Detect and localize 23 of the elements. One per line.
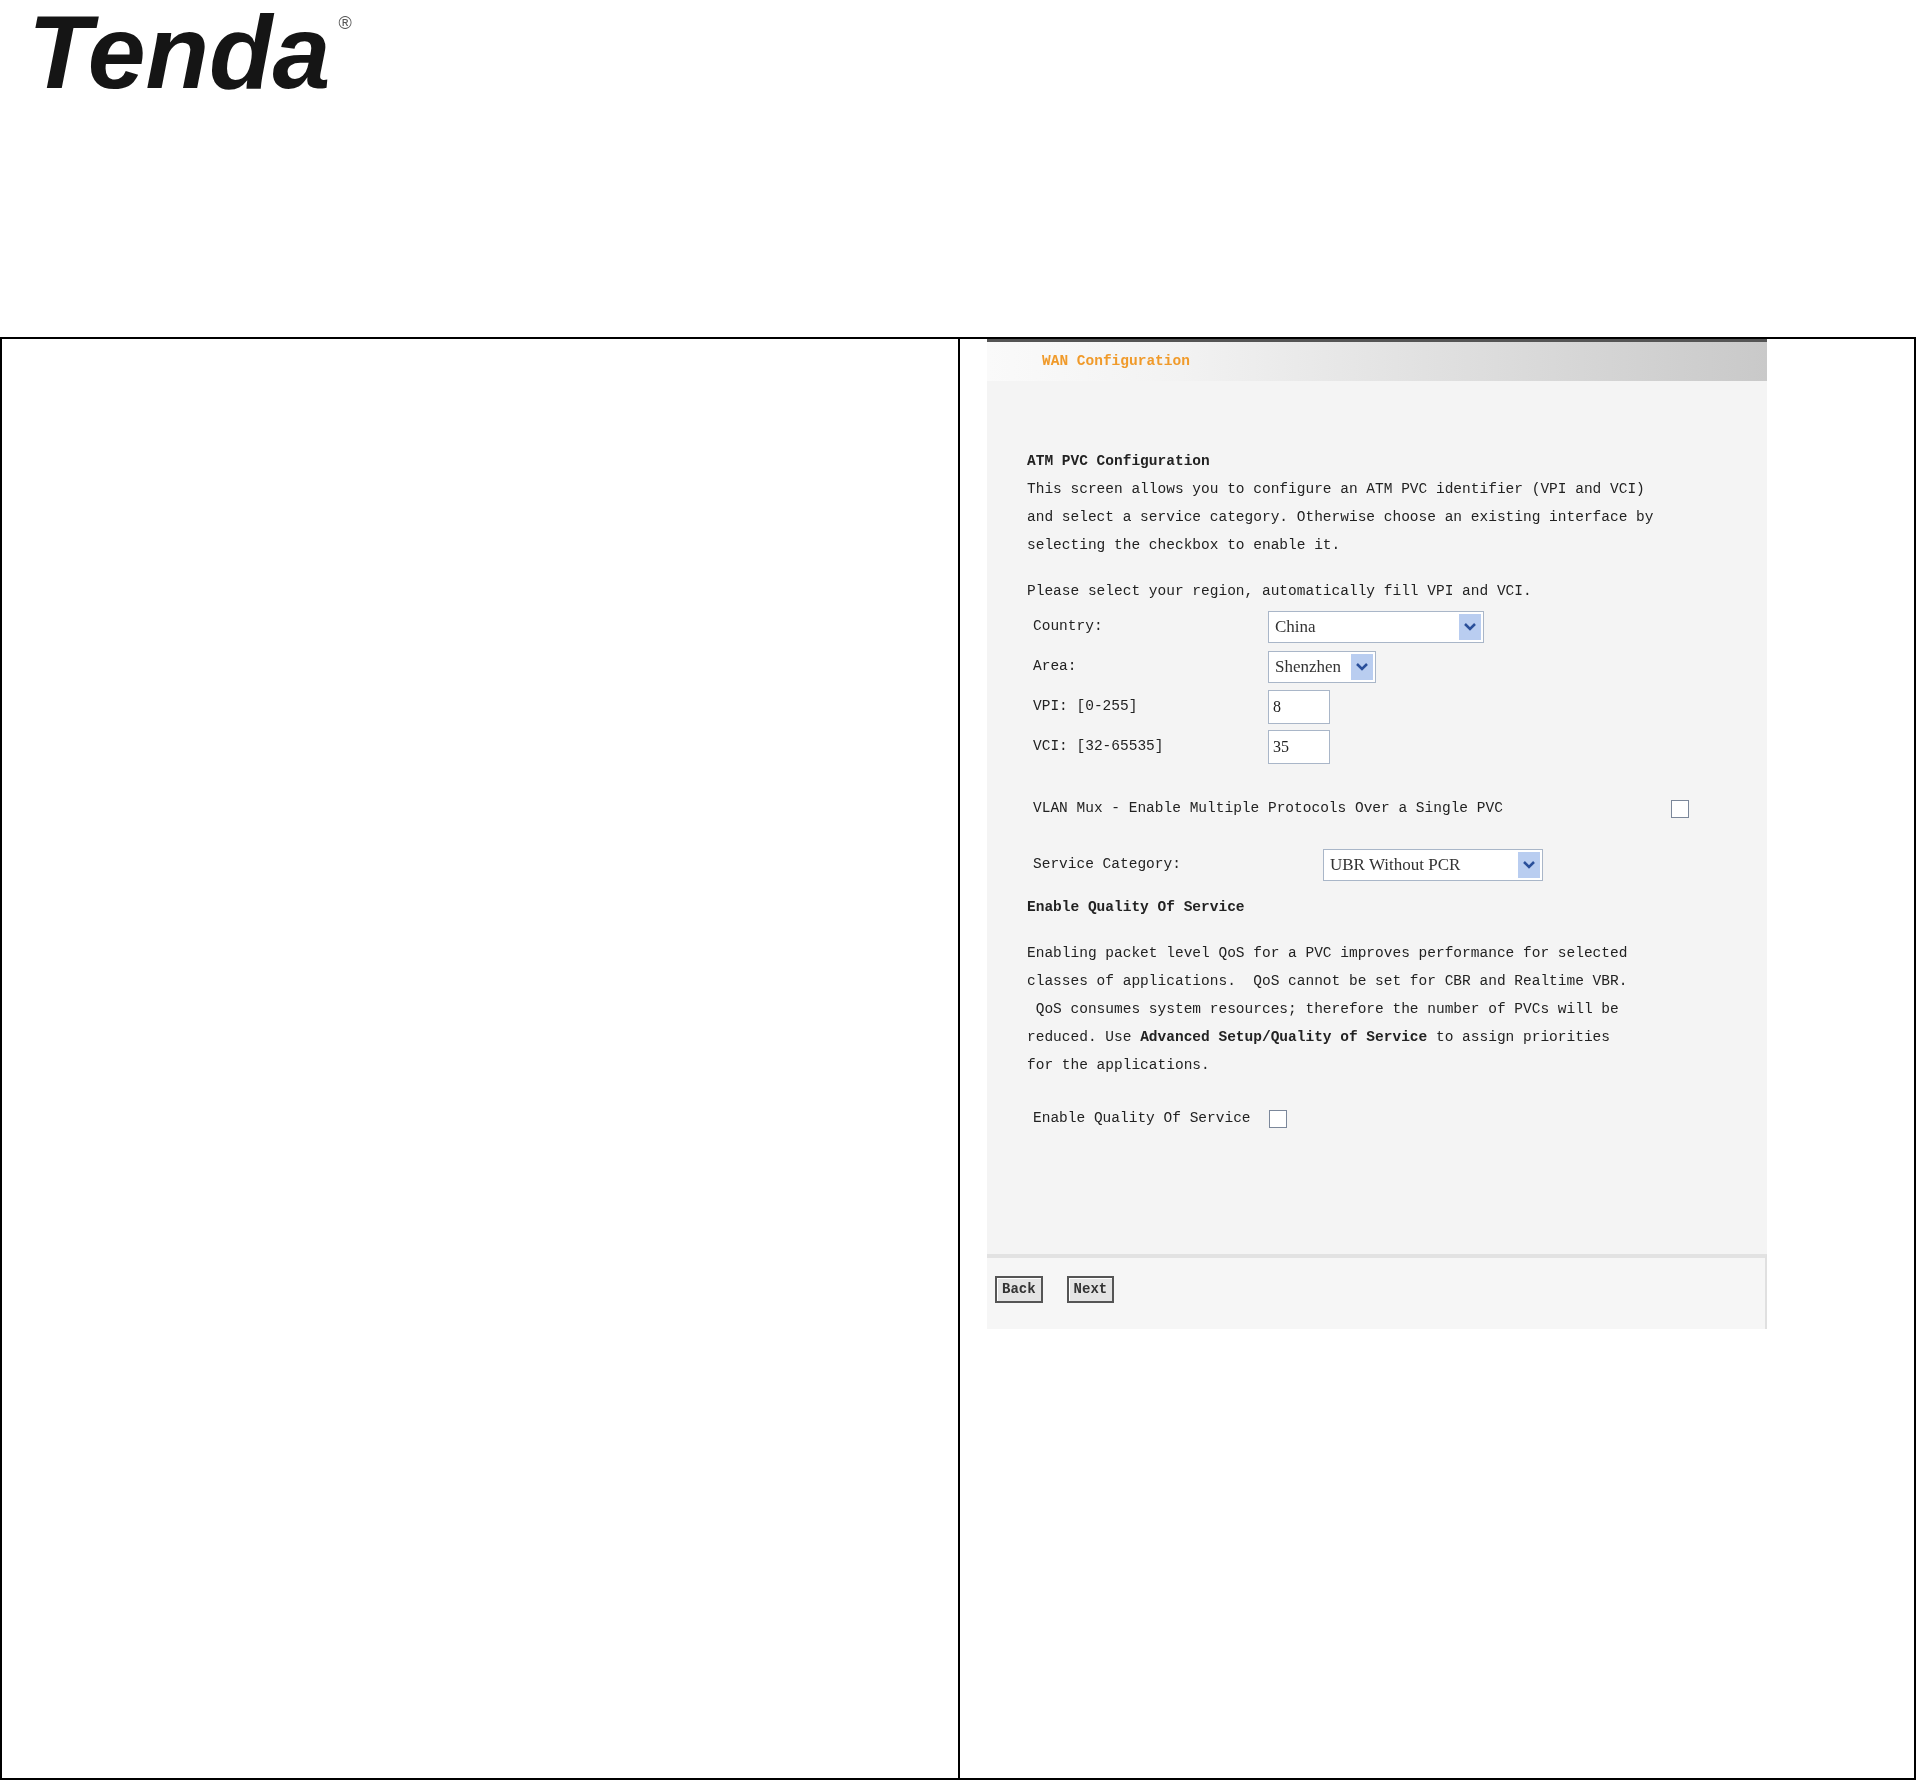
region-prompt: Please select your region, automatically fill VPI and VCI. bbox=[1027, 582, 1533, 601]
tenda-logo: Tenda® bbox=[28, 0, 353, 104]
section-title: Enable Quality Of Service bbox=[1027, 898, 1246, 917]
field-label: VCI: [32-65535] bbox=[1033, 737, 1165, 757]
field-label: Area: bbox=[1033, 657, 1078, 677]
input-field[interactable]: 35 bbox=[1268, 730, 1330, 764]
dropdown[interactable]: China bbox=[1268, 611, 1484, 643]
dropdown[interactable]: UBR Without PCR bbox=[1323, 849, 1543, 881]
field-label: VPI: [0-255] bbox=[1033, 697, 1139, 717]
intro-text: This screen allows you to configure an ATM PVC identifier (VPI and VCI) and select a service category. Otherwise choose an existing interface by selecting the checkbox to enable it. bbox=[1027, 480, 1655, 555]
field-label: Country: bbox=[1033, 617, 1104, 637]
qos-description: Enabling packet level QoS for a PVC improves performance for selected classes of applications. QoS cannot be set for CBR and Realtime VBR. QoS consumes system resources; therefore the number of PVCs will be reduced. Use Advanced Setup/Quality of Service to assign priorities for the applications. bbox=[1027, 944, 1629, 1075]
field-label: Service Category: bbox=[1033, 855, 1182, 875]
input-field[interactable]: 8 bbox=[1268, 690, 1330, 724]
section-title: ATM PVC Configuration bbox=[1027, 452, 1211, 471]
nav-button[interactable]: Next bbox=[1066, 1276, 1115, 1303]
dropdown[interactable]: Shenzhen bbox=[1268, 651, 1376, 683]
option-label: VLAN Mux - Enable Multiple Protocols Over a Single PVC bbox=[1033, 799, 1503, 819]
checkbox[interactable] bbox=[1268, 1110, 1287, 1128]
checkbox[interactable] bbox=[1671, 800, 1689, 818]
page-title: WAN Configuration bbox=[1042, 351, 1190, 371]
option-label: Enable Quality Of Service bbox=[1033, 1109, 1251, 1129]
nav-button[interactable]: Back bbox=[995, 1276, 1043, 1303]
